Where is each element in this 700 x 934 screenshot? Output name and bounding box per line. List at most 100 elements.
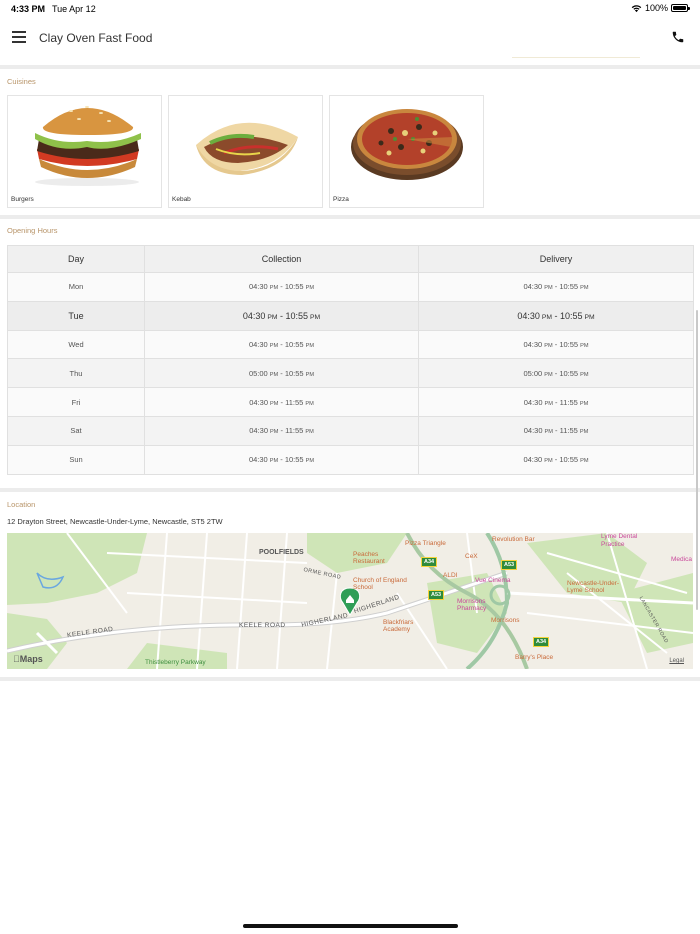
pm-suffix: PM — [544, 429, 553, 436]
opening-time: 04:30 — [242, 310, 266, 321]
pizza-image — [331, 97, 482, 189]
section-divider — [0, 488, 700, 492]
collection-hours-cell: 04:30 PM - 10:55 PM — [144, 300, 419, 331]
day-cell: Wed — [7, 329, 145, 360]
location-label: Location — [7, 500, 36, 509]
time-separator: - — [278, 455, 285, 465]
day-cell: Sat — [7, 415, 145, 446]
cuisine-name: Kebab — [172, 196, 191, 203]
collection-hours-cell: 04:30 PM - 11:55 PM — [144, 387, 419, 417]
delivery-hours-cell: 04:30 PM - 10:55 PM — [418, 444, 694, 475]
closing-time: 10:55 — [559, 282, 579, 292]
map-poi-barrys: Barry's Place — [515, 654, 554, 661]
location-map[interactable]: POOLFIELDS KEELE ROAD KEELE ROAD HIGHERL… — [7, 533, 693, 669]
cuisines-label: Cuisines — [7, 77, 36, 86]
section-divider — [0, 677, 700, 681]
road-shield-a34: A34 — [421, 557, 438, 567]
pm-suffix: PM — [267, 313, 278, 321]
map-legal-link[interactable]: Legal — [669, 658, 684, 664]
day-cell: Sun — [7, 444, 145, 475]
section-divider — [0, 215, 700, 219]
opening-time: 04:30 — [523, 339, 543, 349]
pm-suffix: PM — [305, 285, 315, 292]
opening-time: 05:00 — [523, 368, 543, 378]
wifi-icon — [631, 4, 642, 12]
pm-suffix: PM — [544, 285, 553, 292]
table-row: Sun 04:30 PM - 10:55 PM 04:30 PM - 10:55 PM — [7, 444, 694, 475]
opening-time: 04:30 — [523, 397, 543, 407]
opening-hours-table: Day Collection Delivery Mon 04:30 PM - 10:… — [7, 245, 694, 475]
table-row: Sat 04:30 PM - 11:55 PM 04:30 PM - 11:55 PM — [7, 415, 694, 446]
battery-percent: 100% — [644, 3, 668, 13]
collection-hours-cell: 04:30 PM - 11:55 PM — [144, 415, 419, 446]
closing-time: 10:55 — [284, 455, 304, 465]
delivery-hours-cell: 04:30 PM - 11:55 PM — [418, 387, 694, 417]
cuisine-card-kebab[interactable]: Kebab — [168, 95, 323, 208]
opening-time: 04:30 — [248, 339, 268, 349]
pm-suffix: PM — [579, 429, 589, 436]
delivery-hours-cell: 05:00 PM - 10:55 PM — [418, 358, 694, 389]
map-poi-nul-school: Newcastle-Under-Lyme School — [567, 580, 620, 594]
map-poi-thistleberry: Thistleberry Parkway — [145, 659, 206, 666]
cuisine-card-burgers[interactable]: Burgers — [7, 95, 162, 208]
cuisine-name: Burgers — [11, 196, 34, 203]
pm-suffix: PM — [269, 342, 279, 349]
opening-time: 04:30 — [249, 426, 269, 436]
header-underline — [512, 57, 640, 58]
map-poi-aldi: ALDI — [443, 572, 458, 579]
pm-suffix: PM — [305, 458, 315, 465]
map-poi-pizza-triangle: Pizza Triangle — [405, 540, 446, 547]
column-header-day: Day — [7, 245, 145, 273]
road-shield-a53: A53 — [428, 590, 445, 600]
apple-icon:  — [13, 654, 20, 664]
pm-suffix: PM — [544, 371, 553, 378]
delivery-hours-cell: 04:30 PM - 10:55 PM — [418, 300, 694, 331]
opening-time: 04:30 — [248, 282, 268, 292]
time-separator: - — [552, 397, 560, 407]
map-background — [7, 533, 693, 669]
phone-icon[interactable] — [671, 30, 685, 44]
opening-time: 04:30 — [523, 282, 543, 292]
time-separator: - — [552, 310, 560, 321]
pm-suffix: PM — [579, 400, 589, 407]
battery-icon — [671, 4, 690, 12]
hamburger-menu-icon[interactable] — [12, 31, 26, 43]
table-row: Tue 04:30 PM - 10:55 PM 04:30 PM - 10:55 PM — [7, 300, 694, 331]
map-poi-vue: Vue Cinema — [475, 577, 511, 584]
delivery-hours-cell: 04:30 PM - 11:55 PM — [418, 415, 694, 446]
pm-suffix: PM — [580, 342, 589, 349]
map-poi-cex: CeX — [465, 553, 478, 560]
table-row: Thu 05:00 PM - 10:55 PM 05:00 PM - 10:55 PM — [7, 358, 694, 389]
map-poi-morrisons: Morrisons — [491, 617, 520, 624]
home-indicator[interactable] — [243, 924, 458, 928]
maps-logo-text: Maps — [13, 654, 43, 664]
cuisine-card-pizza[interactable]: Pizza — [329, 95, 484, 208]
opening-time: 04:30 — [523, 426, 543, 436]
column-header-delivery: Delivery — [418, 245, 694, 273]
opening-hours-label: Opening Hours — [7, 226, 58, 235]
section-divider — [0, 65, 700, 69]
collection-hours-cell: 04:30 PM - 10:55 PM — [144, 329, 419, 360]
pm-suffix: PM — [305, 400, 314, 407]
table-row: Fri 04:30 PM - 11:55 PM 04:30 PM - 11:55 PM — [7, 387, 694, 417]
map-poi-peaches: Peaches Restaurant — [353, 551, 385, 565]
closing-time: 10:55 — [560, 310, 583, 321]
column-header-collection: Collection — [144, 245, 419, 273]
pm-suffix: PM — [305, 429, 314, 436]
time-separator: - — [278, 339, 285, 349]
time-separator: - — [278, 282, 285, 292]
pm-suffix: PM — [544, 458, 553, 465]
map-poi-blackfriars: Blackfriars Academy — [383, 619, 414, 633]
collection-hours-cell: 04:30 PM - 10:55 PM — [144, 444, 419, 475]
pm-suffix: PM — [269, 458, 279, 465]
collection-hours-cell: 05:00 PM - 10:55 PM — [144, 358, 419, 389]
collection-hours-cell: 04:30 PM - 10:55 PM — [144, 272, 419, 302]
day-cell: Fri — [7, 387, 145, 417]
pm-suffix: PM — [541, 313, 552, 321]
closing-time: 10:55 — [559, 339, 579, 349]
scrollbar[interactable] — [696, 310, 698, 610]
closing-time: 10:55 — [284, 339, 304, 349]
closing-time: 10:55 — [284, 282, 304, 292]
closing-time: 11:55 — [285, 397, 304, 407]
map-poi-church-school: Church of England School — [353, 577, 407, 591]
